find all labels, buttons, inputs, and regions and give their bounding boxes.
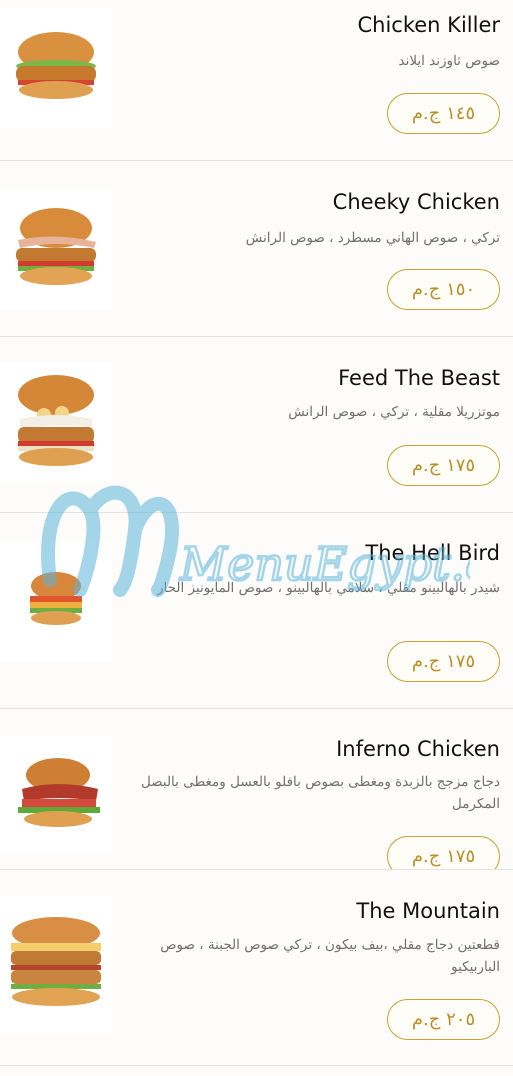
menu-item-feed-the-beast[interactable]: Feed The Beast موتزريلا مقلية ، تركي ، ص… (0, 337, 513, 513)
item-description: دجاج مزجج بالزبدة ومغطى بصوص بافلو بالعس… (140, 774, 500, 812)
menu-item-cheeky-chicken[interactable]: Cheeky Chicken تركي ، صوص الهاني مسطرد ،… (0, 161, 513, 337)
item-description: شيدر بالهالبينو مقلي ، سلامي بالهالبينو … (157, 580, 500, 596)
item-title: Feed The Beast (338, 366, 500, 390)
price-button[interactable]: ٢٠٥ ج.م (387, 999, 500, 1040)
item-description: موتزريلا مقلية ، تركي ، صوص الرانش (288, 404, 500, 420)
menu-list: Chicken Killer صوص ثاوزند ايلاند ١٤٥ ج.م… (0, 0, 513, 1076)
price-button[interactable]: ١٧٥ ج.م (387, 445, 500, 486)
burger-image (0, 896, 112, 1036)
menu-item-the-mountain[interactable]: The Mountain قطعتين دجاج مقلي ،بيف بيكون… (0, 870, 513, 1066)
menu-item-the-hell-bird[interactable]: The Hell Bird شيدر بالهالبينو مقلي ، سلا… (0, 513, 513, 709)
item-title: The Mountain (356, 899, 500, 923)
burger-image (0, 8, 112, 128)
menu-item-chicken-killer[interactable]: Chicken Killer صوص ثاوزند ايلاند ١٤٥ ج.م (0, 0, 513, 161)
price-button[interactable]: ١٥٠ ج.م (387, 269, 500, 310)
menu-item-inferno-chicken[interactable]: Inferno Chicken دجاج مزجج بالزبدة ومغطى … (0, 709, 513, 870)
item-title: Inferno Chicken (336, 737, 500, 761)
price-button[interactable]: ١٧٥ ج.م (387, 641, 500, 682)
item-description: تركي ، صوص الهاني مسطرد ، صوص الرانش (245, 230, 500, 246)
item-title: The Hell Bird (365, 541, 500, 565)
item-title: Cheeky Chicken (332, 190, 500, 214)
burger-image (0, 363, 112, 483)
price-button[interactable]: ١٤٥ ج.م (387, 93, 500, 134)
burger-image (0, 189, 112, 309)
item-description: قطعتين دجاج مقلي ،بيف بيكون ، تركي صوص ا… (160, 937, 500, 975)
price-button[interactable]: ١٧٥ ج.م (387, 836, 500, 869)
burger-image (0, 735, 112, 855)
item-title: Chicken Killer (357, 13, 501, 37)
burger-image (0, 541, 112, 661)
item-description: صوص ثاوزند ايلاند (398, 53, 500, 69)
